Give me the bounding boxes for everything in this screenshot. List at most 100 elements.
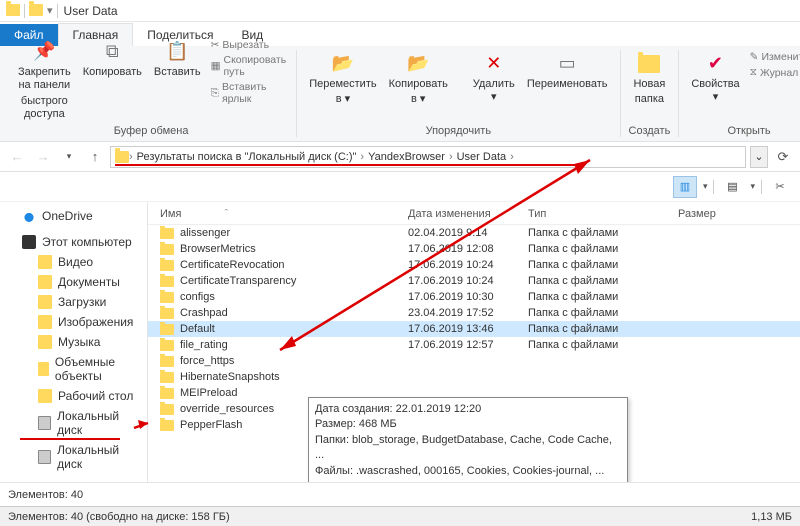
file-type: Папка с файлами bbox=[528, 259, 678, 271]
rename-button[interactable]: ▭ Переименовать bbox=[523, 50, 612, 93]
navigation-bar: ← → ▾ ↑ › Результаты поиска в "Локальный… bbox=[0, 142, 800, 172]
secondary-toolbar: ▥ ▾ ▤ ▾ ✂ bbox=[0, 172, 800, 202]
edit-icon: ✎ bbox=[750, 51, 759, 63]
breadcrumb-root[interactable]: Результаты поиска в "Локальный диск (C:)… bbox=[133, 151, 361, 163]
sidebar-documents[interactable]: Документы bbox=[2, 272, 145, 292]
file-type: Папка с файлами bbox=[528, 275, 678, 287]
file-date: 23.04.2019 17:52 bbox=[408, 307, 528, 319]
cut-button[interactable]: ✂Вырезать bbox=[209, 38, 289, 52]
file-type: Папка с файлами bbox=[528, 291, 678, 303]
folder-icon bbox=[160, 308, 174, 319]
file-date: 02.04.2019 9:14 bbox=[408, 227, 528, 239]
file-row[interactable]: Crashpad 23.04.2019 17:52 Папка с файлам… bbox=[148, 305, 800, 321]
sidebar-onedrive[interactable]: OneDrive bbox=[2, 206, 145, 226]
folder-icon bbox=[38, 315, 52, 329]
copypath-button[interactable]: ▦Скопировать путь bbox=[209, 53, 289, 79]
group-open-label: Открыть bbox=[727, 125, 770, 137]
file-row[interactable]: BrowserMetrics 17.06.2019 12:08 Папка с … bbox=[148, 241, 800, 257]
file-type: Папка с файлами bbox=[528, 243, 678, 255]
view-details-icon[interactable]: ▥ bbox=[673, 176, 697, 198]
address-dropdown[interactable]: ⌄ bbox=[750, 146, 768, 168]
app-icon bbox=[6, 4, 20, 16]
file-row[interactable]: file_rating 17.06.2019 12:57 Папка с фай… bbox=[148, 337, 800, 353]
file-name: PepperFlash bbox=[180, 419, 242, 431]
file-name: CertificateRevocation bbox=[180, 259, 285, 271]
sidebar-localdisk-c[interactable]: Локальный диск bbox=[2, 406, 145, 440]
address-bar[interactable]: › Результаты поиска в "Локальный диск (C… bbox=[110, 146, 746, 168]
folder-icon bbox=[160, 260, 174, 271]
folder-icon bbox=[160, 404, 174, 415]
sidebar-thispc[interactable]: Этот компьютер bbox=[2, 232, 145, 252]
folder-icon bbox=[38, 362, 49, 376]
recent-button[interactable]: ▾ bbox=[58, 146, 80, 168]
folder-icon bbox=[160, 356, 174, 367]
view-content-icon[interactable]: ▤ bbox=[720, 176, 744, 198]
newfolder-icon bbox=[637, 52, 661, 76]
file-name: MEIPreload bbox=[180, 387, 237, 399]
properties-button[interactable]: ✔ Свойства ▾ bbox=[687, 50, 743, 106]
sidebar-music[interactable]: Музыка bbox=[2, 332, 145, 352]
file-row[interactable]: force_https bbox=[148, 353, 800, 369]
sidebar-3d[interactable]: Объемные объекты bbox=[2, 352, 145, 386]
pc-icon bbox=[22, 235, 36, 249]
col-type[interactable]: Тип bbox=[528, 208, 678, 220]
file-row[interactable]: CertificateTransparency 17.06.2019 10:24… bbox=[148, 273, 800, 289]
file-row[interactable]: HibernateSnapshots bbox=[148, 369, 800, 385]
sidebar-localdisk-d[interactable]: Локальный диск bbox=[2, 440, 145, 474]
edit-button[interactable]: ✎Изменить bbox=[748, 50, 800, 64]
breadcrumb-userdata[interactable]: User Data bbox=[453, 151, 511, 163]
file-name: override_resources bbox=[180, 403, 274, 415]
cut-toolbar-icon[interactable]: ✂ bbox=[768, 176, 792, 198]
paste-button[interactable]: 📋 Вставить bbox=[150, 38, 205, 81]
sidebar-network[interactable]: Сеть bbox=[2, 480, 145, 482]
up-button[interactable]: ↑ bbox=[84, 146, 106, 168]
folder-icon bbox=[160, 276, 174, 287]
sidebar-downloads[interactable]: Загрузки bbox=[2, 292, 145, 312]
moveto-button[interactable]: 📂 Переместить в ▾ bbox=[305, 50, 380, 108]
folder-icon bbox=[38, 255, 52, 269]
delete-button[interactable]: ✕ Удалить ▾ bbox=[469, 50, 519, 106]
copy-icon: ⧉ bbox=[100, 40, 124, 64]
delete-icon: ✕ bbox=[482, 52, 506, 76]
file-name: BrowserMetrics bbox=[180, 243, 256, 255]
window-title: User Data bbox=[64, 4, 118, 18]
file-name: alissenger bbox=[180, 227, 230, 239]
journal-button[interactable]: ⧖Журнал bbox=[748, 65, 800, 80]
col-name[interactable]: Имя ˆ bbox=[160, 208, 408, 220]
copyto-button[interactable]: 📂 Копировать в ▾ bbox=[385, 50, 452, 108]
refresh-button[interactable]: ⟳ bbox=[772, 146, 794, 168]
cut-icon: ✂ bbox=[211, 39, 220, 51]
column-headers: Имя ˆ Дата изменения Тип Размер bbox=[148, 202, 800, 225]
sidebar-desktop[interactable]: Рабочий стол bbox=[2, 386, 145, 406]
qtb-icon[interactable] bbox=[29, 4, 43, 16]
copy-button[interactable]: ⧉ Копировать bbox=[79, 38, 146, 81]
file-row[interactable]: CertificateRevocation 17.06.2019 10:24 П… bbox=[148, 257, 800, 273]
file-row[interactable]: Default 17.06.2019 13:46 Папка с файлами bbox=[148, 321, 800, 337]
folder-icon bbox=[38, 335, 52, 349]
folder-icon bbox=[38, 389, 52, 403]
col-date[interactable]: Дата изменения bbox=[408, 208, 528, 220]
folder-icon bbox=[160, 228, 174, 239]
file-row[interactable]: alissenger 02.04.2019 9:14 Папка с файла… bbox=[148, 225, 800, 241]
path-icon: ▦ bbox=[211, 60, 221, 72]
pin-button[interactable]: 📌 Закрепить на панели быстрого доступа bbox=[14, 38, 75, 123]
folder-icon bbox=[160, 324, 174, 335]
journal-icon: ⧖ bbox=[750, 66, 757, 79]
breadcrumb-yandex[interactable]: YandexBrowser bbox=[364, 151, 449, 163]
file-date: 17.06.2019 10:30 bbox=[408, 291, 528, 303]
pastelink-button[interactable]: ⎘Вставить ярлык bbox=[209, 80, 289, 106]
pin-label1: Закрепить на панели bbox=[18, 66, 71, 92]
file-name: configs bbox=[180, 291, 215, 303]
sidebar-images[interactable]: Изображения bbox=[2, 312, 145, 332]
newfolder-button[interactable]: Новая папка bbox=[629, 50, 669, 108]
file-list: Имя ˆ Дата изменения Тип Размер alisseng… bbox=[148, 202, 800, 482]
col-size[interactable]: Размер bbox=[678, 208, 758, 220]
sidebar-videos[interactable]: Видео bbox=[2, 252, 145, 272]
file-date: 17.06.2019 12:08 bbox=[408, 243, 528, 255]
rename-icon: ▭ bbox=[555, 52, 579, 76]
file-row[interactable]: configs 17.06.2019 10:30 Папка с файлами bbox=[148, 289, 800, 305]
qtb-down-icon[interactable]: ▾ bbox=[47, 4, 53, 18]
forward-button[interactable]: → bbox=[32, 146, 54, 168]
back-button[interactable]: ← bbox=[6, 146, 28, 168]
properties-icon: ✔ bbox=[703, 52, 727, 76]
